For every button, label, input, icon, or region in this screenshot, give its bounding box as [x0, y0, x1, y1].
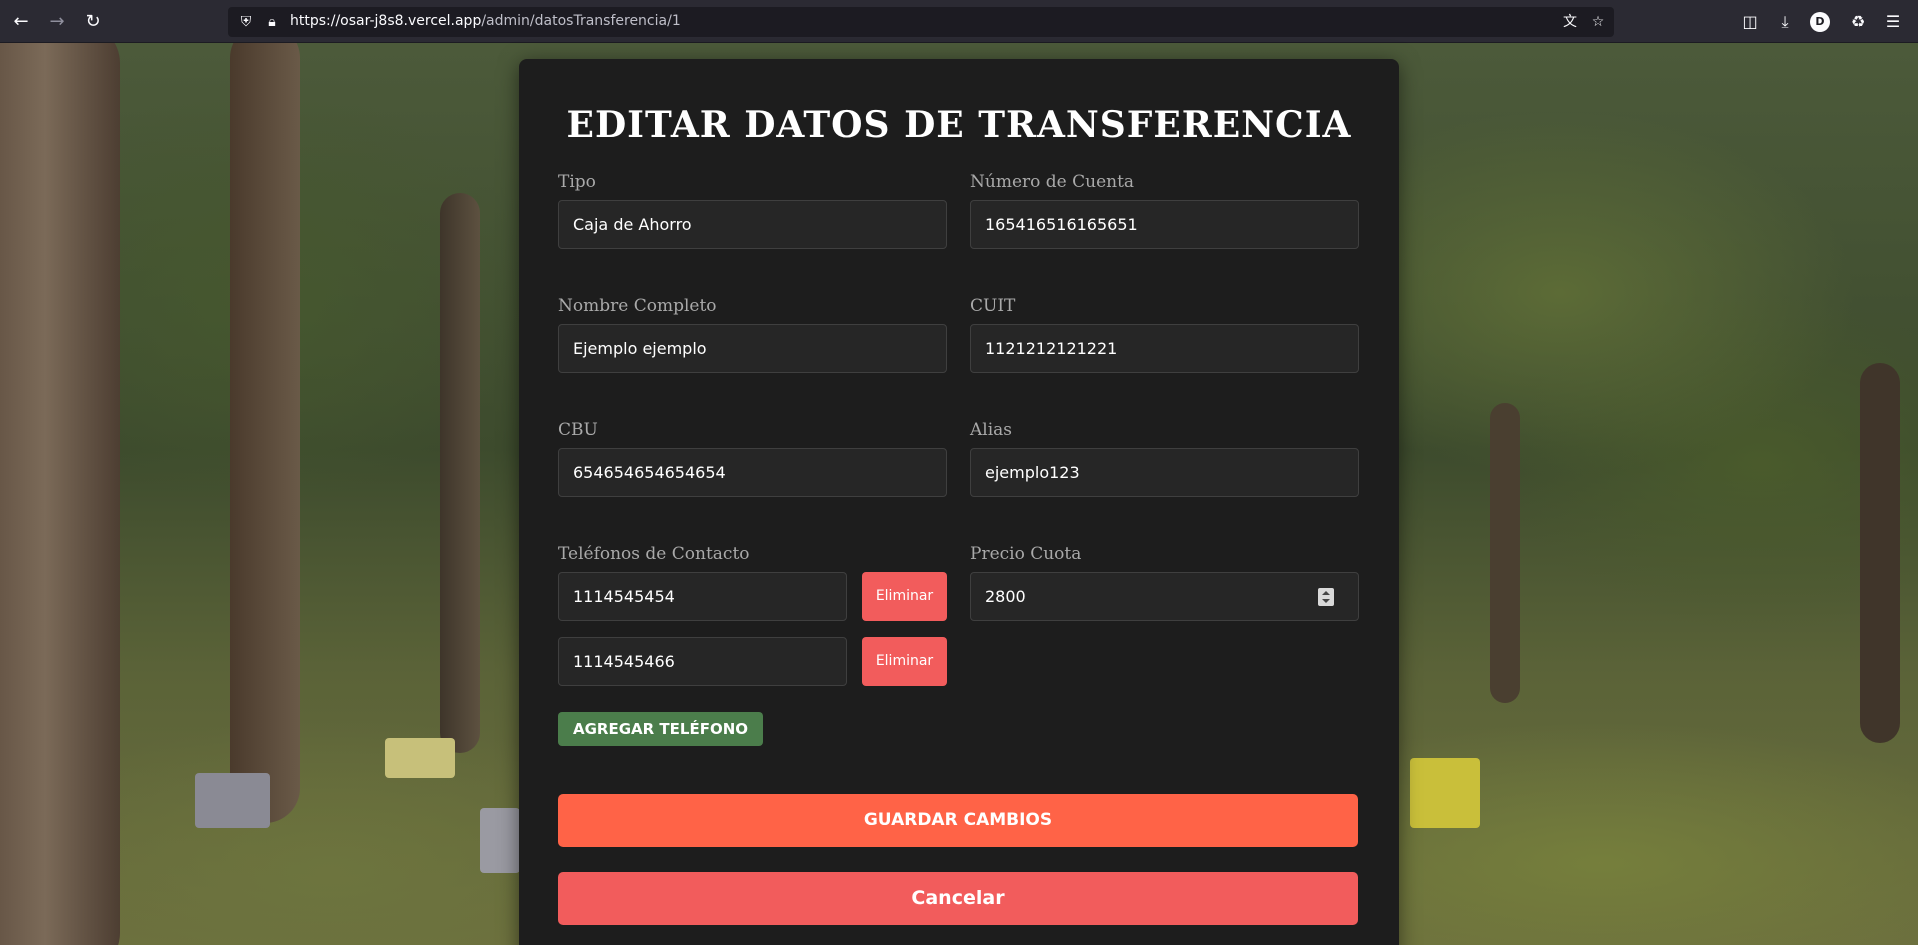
url-host: https://osar-j8s8.vercel.app	[290, 13, 482, 29]
save-changes-button[interactable]: GUARDAR CAMBIOS	[558, 794, 1358, 847]
numero-cuenta-field[interactable]: 165416516165651	[970, 200, 1359, 249]
bench	[385, 738, 455, 778]
back-icon[interactable]: ←	[9, 10, 33, 34]
bench	[195, 773, 270, 828]
tree-trunk	[1490, 403, 1520, 703]
telefono-field[interactable]: 1114545454	[558, 572, 847, 621]
account-icon[interactable]: D	[1810, 12, 1830, 32]
bookmark-star-icon[interactable]: ☆	[1588, 12, 1608, 32]
tipo-label: Tipo	[558, 172, 596, 192]
telefonos-label: Teléfonos de Contacto	[558, 544, 750, 564]
cancel-button[interactable]: Cancelar	[558, 872, 1358, 925]
number-spinner-icon[interactable]	[1318, 588, 1334, 606]
page-title: EDITAR DATOS DE TRANSFERENCIA	[566, 104, 1352, 146]
cuit-label: CUIT	[970, 296, 1016, 316]
palm-trunk	[230, 43, 300, 823]
tree-trunk	[440, 193, 480, 753]
forward-icon[interactable]: →	[45, 10, 69, 34]
bench	[1410, 758, 1480, 828]
precio-cuota-field[interactable]: 2800	[970, 572, 1359, 621]
lock-icon[interactable]: 🔒︎	[262, 12, 282, 32]
nombre-completo-field[interactable]: Ejemplo ejemplo	[558, 324, 947, 373]
nombre-completo-label: Nombre Completo	[558, 296, 717, 316]
pocket-icon[interactable]: ◫	[1738, 10, 1762, 34]
extensions-icon[interactable]: ♻	[1846, 10, 1870, 34]
shield-icon[interactable]: ⛨	[236, 12, 256, 32]
bench	[480, 808, 520, 873]
address-bar[interactable]: ⛨ 🔒︎ https://osar-j8s8.vercel.app/admin/…	[228, 7, 1614, 37]
url-text[interactable]: https://osar-j8s8.vercel.app/admin/datos…	[290, 13, 681, 29]
delete-phone-button[interactable]: Eliminar	[862, 572, 947, 621]
browser-toolbar: ← → ↻ ⛨ 🔒︎ https://osar-j8s8.vercel.app/…	[0, 0, 1918, 43]
numero-cuenta-label: Número de Cuenta	[970, 172, 1135, 192]
tipo-field[interactable]: Caja de Ahorro	[558, 200, 947, 249]
cuit-field[interactable]: 1121212121221	[970, 324, 1359, 373]
precio-cuota-value: 2800	[985, 587, 1026, 606]
reload-icon[interactable]: ↻	[81, 10, 105, 34]
alias-field[interactable]: ejemplo123	[970, 448, 1359, 497]
alias-label: Alias	[970, 420, 1013, 440]
cbu-field[interactable]: 654654654654654	[558, 448, 947, 497]
telefono-field[interactable]: 1114545466	[558, 637, 847, 686]
translate-icon[interactable]: 文	[1560, 12, 1580, 32]
edit-transfer-card: EDITAR DATOS DE TRANSFERENCIA Tipo Caja …	[519, 59, 1399, 945]
add-phone-button[interactable]: AGREGAR TELÉFONO	[558, 712, 763, 746]
downloads-icon[interactable]: ⤓	[1773, 10, 1797, 34]
menu-icon[interactable]: ☰	[1881, 10, 1905, 34]
precio-cuota-label: Precio Cuota	[970, 544, 1082, 564]
url-path: /admin/datosTransferencia/1	[481, 13, 681, 29]
cbu-label: CBU	[558, 420, 598, 440]
tree-trunk	[1860, 363, 1900, 743]
palm-trunk	[0, 43, 120, 945]
delete-phone-button[interactable]: Eliminar	[862, 637, 947, 686]
